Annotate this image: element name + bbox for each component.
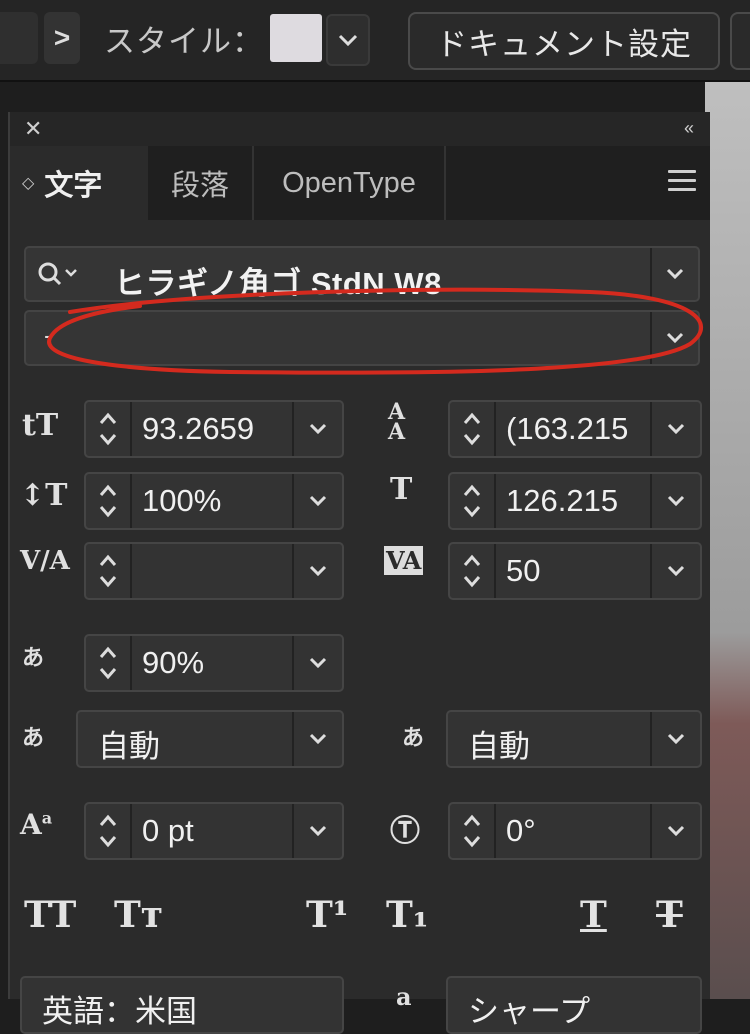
toolbar-left-field[interactable] [0,12,38,64]
rotation-field[interactable]: 0° [448,802,702,860]
horizontal-scale-icon: T [390,472,413,507]
tab-label: 文字 [44,170,103,202]
baseline-shift-dropdown[interactable] [292,804,342,858]
tracking-dropdown[interactable] [650,544,700,598]
horizontal-scale-field[interactable]: 126.215 [448,472,702,530]
aki-right-icon: あ [402,725,425,751]
baseline-shift-value: 0 pt [142,813,194,848]
rotation-value: 0° [506,813,536,848]
leading-field[interactable]: (163.215 [448,400,702,458]
kerning-dropdown[interactable] [292,544,342,598]
aki-left-value: 自動 [98,729,160,764]
strikethrough-button[interactable]: T [656,894,683,936]
collapse-icon[interactable]: ‹‹ [684,118,694,139]
underline-button[interactable]: T [580,894,607,936]
chevron-down-icon [666,268,684,280]
red-annotation-oval [47,287,703,375]
language-value: 英語：米国 [42,994,197,1029]
character-panel: ✕ ‹‹ ◇ 文字 段落 OpenType ヒラギノ角ゴ StdN W8 - t… [8,112,710,1034]
panel-tabs: ◇ 文字 段落 OpenType [10,146,710,220]
subscript-button[interactable]: T₁ [386,894,429,936]
baseline-shift-icon: Aa [20,808,53,841]
aki-right-field[interactable]: 自動 [446,710,702,768]
rotation-icon: Ⓣ [390,814,420,849]
document-settings-button[interactable]: ドキュメント設定 [408,12,720,70]
tracking-stepper[interactable] [450,544,496,598]
rotation-dropdown[interactable] [650,804,700,858]
close-icon[interactable]: ✕ [24,116,42,142]
tsume-stepper[interactable] [86,636,132,690]
canvas-background [705,82,750,999]
vertical-scale-field[interactable]: 100% [84,472,344,530]
horizontal-scale-value: 126.215 [506,483,619,518]
style-swatch[interactable] [270,14,322,62]
kerning-field[interactable] [84,542,344,600]
style-label: スタイル： [104,24,264,59]
aki-right-dropdown[interactable] [650,712,700,766]
tab-label: OpenType [282,166,416,199]
tab-label: 段落 [170,170,229,202]
font-size-field[interactable]: 93.2659 [84,400,344,458]
antialias-value: シャープ [468,994,591,1029]
font-size-value: 93.2659 [142,411,255,446]
leading-value: (163.215 [506,411,629,446]
vertical-scale-value: 100% [142,483,222,518]
all-caps-button[interactable]: TT [24,894,76,936]
tsume-dropdown[interactable] [292,636,342,690]
small-caps-button[interactable]: Tт [114,894,163,936]
antialias-field[interactable]: シャープ [446,976,702,1034]
tracking-icon: VA [384,546,424,575]
kerning-stepper[interactable] [86,544,132,598]
panel-menu-icon[interactable] [668,170,696,197]
tab-character[interactable]: ◇ 文字 [10,146,148,220]
antialias-icon: a [396,982,412,1011]
language-field[interactable]: 英語：米国 [20,976,344,1034]
vertical-scale-icon: ↕T [20,478,68,513]
toolbar-right-button[interactable] [730,12,750,70]
baseline-shift-stepper[interactable] [86,804,132,858]
tsume-icon: あ [22,645,45,671]
tracking-value: 50 [506,553,541,588]
superscript-button[interactable]: T¹ [306,894,349,936]
aki-left-icon: あ [22,725,45,751]
font-size-stepper[interactable] [86,402,132,456]
leading-icon: AA [388,399,406,445]
tsume-value: 90% [142,645,205,680]
font-size-dropdown[interactable] [292,402,342,456]
panel-header: ✕ ‹‹ [10,112,710,146]
aki-left-field[interactable]: 自動 [76,710,344,768]
control-bar: > スタイル： ドキュメント設定 [0,0,750,82]
vertical-scale-stepper[interactable] [86,474,132,528]
tab-opentype[interactable]: OpenType [254,146,446,220]
chevron-right-icon: > [53,22,71,53]
leading-stepper[interactable] [450,402,496,456]
horizontal-scale-dropdown[interactable] [650,474,700,528]
toolbar-next-button[interactable]: > [44,12,80,64]
horizontal-scale-stepper[interactable] [450,474,496,528]
aki-left-dropdown[interactable] [292,712,342,766]
tab-paragraph[interactable]: 段落 [148,146,254,220]
vertical-scale-dropdown[interactable] [292,474,342,528]
rotation-stepper[interactable] [450,804,496,858]
chevron-down-icon [338,34,358,46]
kerning-icon: V/A [20,546,70,576]
tracking-field[interactable]: 50 [448,542,702,600]
tsume-field[interactable]: 90% [84,634,344,692]
baseline-shift-field[interactable]: 0 pt [84,802,344,860]
aki-right-value: 自動 [468,729,530,764]
leading-dropdown[interactable] [650,402,700,456]
style-dropdown[interactable] [326,14,370,66]
font-size-icon: tT [22,408,59,443]
sort-icon: ◇ [22,175,35,192]
